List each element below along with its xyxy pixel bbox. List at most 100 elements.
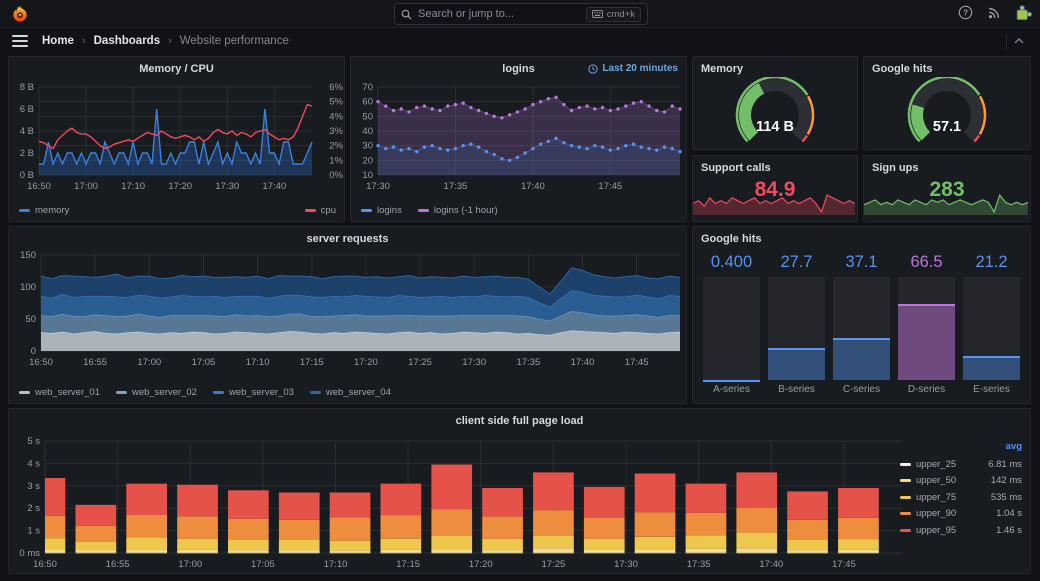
svg-text:17:35: 17:35	[516, 357, 540, 368]
collapse-chevron-up-icon[interactable]	[1006, 33, 1030, 49]
panel-title: Google hits	[872, 63, 933, 75]
svg-text:17:35: 17:35	[687, 559, 711, 570]
legend-item-upper_75[interactable]: upper_75 535 ms	[900, 489, 1022, 506]
panel-client-load: client side full page load 0 ms 1 s 2 s 3 s…	[8, 408, 1031, 574]
svg-text:2 B: 2 B	[20, 148, 34, 159]
svg-text:17:45: 17:45	[625, 357, 649, 368]
client-load-chart[interactable]: 0 ms 1 s 2 s 3 s 4 s 5 s 16:50 16:55 17:00 17:05 1…	[9, 431, 1032, 580]
server-requests-chart[interactable]: 0 50 100 150 16:50 16:55 17:00 17:05 17:10 17:15 1…	[9, 249, 688, 388]
svg-text:17:05: 17:05	[192, 357, 216, 368]
bar-gauge-value: 37.1	[845, 253, 878, 271]
legend-swatch	[900, 528, 911, 532]
panel-google-hits-bars: Google hits 0.400 A-series 27.7 B-series 37.…	[692, 226, 1031, 404]
svg-text:17:25: 17:25	[408, 357, 432, 368]
svg-text:17:00: 17:00	[137, 357, 161, 368]
panel-server-requests: server requests 0 50 100 150 16:50 16:55 17:00…	[8, 226, 687, 404]
svg-text:4 B: 4 B	[20, 126, 34, 137]
legend-item-web_server_01[interactable]: web_server_01	[19, 387, 100, 398]
legend-swatch	[361, 209, 372, 212]
bar-gauge-E-series[interactable]: 21.2 E-series	[963, 253, 1020, 395]
grafana-dashboard: Search or jump to... cmd+k ? Home › Dash…	[0, 0, 1040, 581]
chevron-right-icon: ›	[81, 35, 86, 47]
breadcrumb-home[interactable]: Home	[42, 35, 74, 47]
panel-title: Sign ups	[872, 162, 919, 174]
breadcrumb-dashboards[interactable]: Dashboards	[94, 35, 160, 47]
legend-avg-value: 535 ms	[990, 491, 1022, 503]
search-icon	[401, 9, 412, 20]
breadcrumb-current-page: Website performance	[179, 35, 289, 47]
logins-chart[interactable]: 10 20 30 40 50 60 70 17:30 17:35 17:40 17:45	[351, 79, 688, 206]
svg-text:17:40: 17:40	[521, 181, 545, 192]
svg-text:6%: 6%	[329, 82, 343, 93]
panel-title: Google hits	[701, 233, 762, 245]
legend-item-memory[interactable]: memory	[19, 205, 69, 216]
svg-text:10: 10	[362, 170, 373, 181]
panel-title: Memory	[701, 63, 744, 75]
legend-header-avg[interactable]: avg	[900, 441, 1022, 452]
svg-text:17:10: 17:10	[246, 357, 270, 368]
bar-gauge-value: 21.2	[975, 253, 1008, 271]
search-input[interactable]: Search or jump to... cmd+k	[394, 3, 648, 25]
panel-title: client side full page load	[455, 415, 584, 427]
svg-text:70: 70	[362, 82, 373, 93]
svg-text:17:20: 17:20	[469, 559, 493, 570]
svg-text:17:30: 17:30	[462, 357, 486, 368]
stat-value: 283	[929, 178, 965, 201]
svg-text:2%: 2%	[329, 141, 343, 152]
svg-text:2 s: 2 s	[27, 503, 40, 514]
svg-text:17:15: 17:15	[300, 357, 324, 368]
bar-gauge-A-series[interactable]: 0.400 A-series	[703, 253, 760, 395]
svg-text:16:50: 16:50	[33, 559, 57, 570]
panel-memory-cpu: Memory / CPU 0 B 2 B 4 B 6 B 8 B 0% 1% 2% 3% 4% 5%…	[8, 56, 345, 222]
svg-text:17:40: 17:40	[571, 357, 595, 368]
svg-text:16:50: 16:50	[27, 181, 51, 192]
bar-gauge-label: C-series	[842, 384, 881, 395]
bar-gauge-D-series[interactable]: 66.5 D-series	[898, 253, 955, 395]
bar-gauge-label: E-series	[973, 384, 1010, 395]
legend-item-cpu[interactable]: cpu	[304, 205, 336, 216]
legend-item-web_server_02[interactable]: web_server_02	[115, 387, 197, 398]
svg-text:4 s: 4 s	[27, 458, 40, 469]
legend-item-upper_25[interactable]: upper_25 6.81 ms	[900, 456, 1022, 473]
legend-item-upper_50[interactable]: upper_50 142 ms	[900, 473, 1022, 490]
breadcrumb: Home › Dashboards › Website performance	[42, 35, 289, 47]
svg-text:17:45: 17:45	[832, 559, 856, 570]
panel-support-calls: Support calls 84.9	[692, 155, 858, 222]
svg-text:8 B: 8 B	[20, 82, 34, 93]
bar-gauge-label: A-series	[713, 384, 750, 395]
svg-text:0%: 0%	[329, 170, 343, 181]
memory-cpu-chart[interactable]: 0 B 2 B 4 B 6 B 8 B 0% 1% 2% 3% 4% 5% 6% 16:50 17:00 1…	[9, 79, 346, 206]
news-rss-icon[interactable]	[987, 6, 1001, 20]
svg-text:17:20: 17:20	[354, 357, 378, 368]
legend-item-web_server_04[interactable]: web_server_04	[309, 387, 391, 398]
svg-text:17:15: 17:15	[396, 559, 420, 570]
bar-gauge-B-series[interactable]: 27.7 B-series	[768, 253, 825, 395]
legend-swatch	[417, 209, 429, 212]
legend-item-upper_95[interactable]: upper_95 1.46 s	[900, 522, 1022, 539]
panel-time-range[interactable]: Last 20 minutes	[588, 63, 678, 74]
svg-text:30: 30	[362, 141, 373, 152]
legend-swatch	[115, 391, 127, 394]
legend-item-upper_90[interactable]: upper_90 1.04 s	[900, 506, 1022, 523]
bar-gauge-value: 0.400	[710, 253, 753, 271]
svg-text:?: ?	[963, 8, 968, 17]
chart-legend: memory cpu	[19, 205, 336, 216]
google-hits-bar-gauges[interactable]: 0.400 A-series 27.7 B-series 37.1 C-series 66.…	[703, 253, 1020, 395]
grafana-logo-icon[interactable]	[10, 4, 30, 24]
svg-text:0 B: 0 B	[20, 170, 34, 181]
extension-puzzle-icon[interactable]	[1015, 4, 1032, 21]
legend-item-logins (-1 hour)[interactable]: logins (-1 hour)	[417, 205, 498, 216]
svg-text:17:00: 17:00	[74, 181, 98, 192]
svg-text:1%: 1%	[329, 155, 343, 166]
legend-item-logins[interactable]: logins	[361, 205, 402, 216]
panel-google-hits-gauge: Google hits 57.1	[863, 56, 1031, 150]
svg-text:150: 150	[20, 250, 36, 261]
legend-swatch	[19, 209, 30, 212]
svg-text:17:00: 17:00	[178, 559, 202, 570]
help-icon[interactable]: ?	[958, 5, 973, 20]
menu-button[interactable]	[12, 35, 28, 47]
bar-gauge-C-series[interactable]: 37.1 C-series	[833, 253, 890, 395]
svg-text:17:40: 17:40	[759, 559, 783, 570]
panel-title: Memory / CPU	[139, 63, 214, 75]
legend-item-web_server_03[interactable]: web_server_03	[212, 387, 294, 398]
